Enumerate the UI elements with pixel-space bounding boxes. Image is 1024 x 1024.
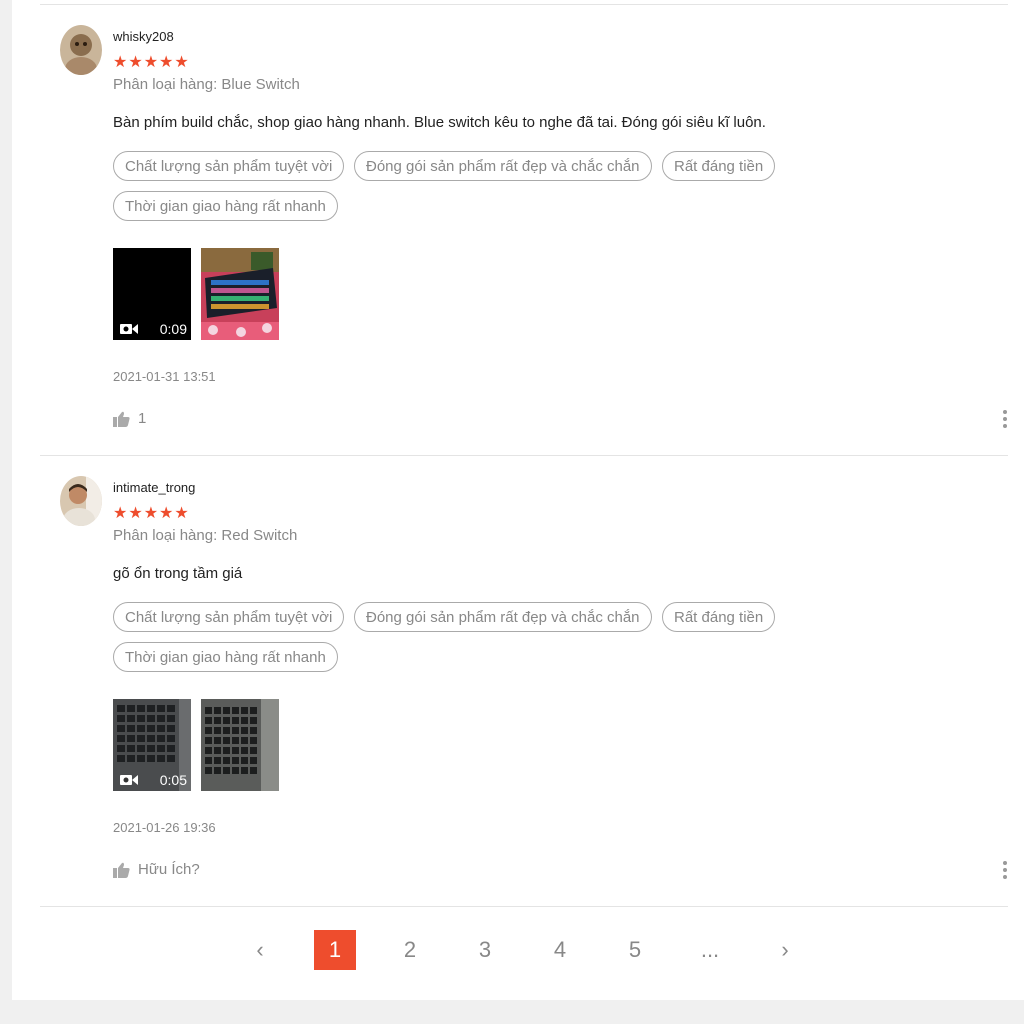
helpful-button[interactable]: Hữu Ích? [113,861,200,878]
prev-page-button[interactable]: ‹ [239,930,281,970]
rating-stars: ★★★★★ [113,505,190,522]
reviews-card: whisky208 ★★★★★ Phân loại hàng: Blue Swi… [12,0,1024,1000]
review-video-thumbnail[interactable]: 0:05 [113,699,191,791]
review-comment: gõ ổn trong tầm giá [113,565,243,582]
keyboard-photo [201,248,279,340]
video-info: 0:05 [113,769,191,791]
product-variation: Phân loại hàng: Red Switch [113,527,298,544]
review-tag: Thời gian giao hàng rất nhanh [113,642,338,672]
page-button-1[interactable]: 1 [314,930,356,970]
video-duration: 0:05 [159,772,187,788]
avatar-icon [60,25,102,75]
video-camera-icon [120,775,138,785]
review-date: 2021-01-26 19:36 [113,820,216,835]
review-author[interactable]: whisky208 [113,29,174,44]
next-page-button[interactable]: › [764,930,806,970]
more-vertical-icon[interactable] [1002,860,1008,880]
thumbs-up-icon [113,411,130,427]
review-tag: Đóng gói sản phẩm rất đẹp và chắc chắn [354,602,652,632]
keyboard-photo [201,699,279,791]
pagination: ‹ 1 2 3 4 5 ... › [12,930,1024,970]
helpful-label: Hữu Ích? [138,861,200,878]
user-avatar[interactable] [60,25,102,75]
divider [40,906,1008,907]
page-button-3[interactable]: 3 [464,930,506,970]
like-button[interactable]: 1 [113,410,146,427]
review-tag: Đóng gói sản phẩm rất đẹp và chắc chắn [354,151,652,181]
review-tag: Chất lượng sản phẩm tuyệt vời [113,151,345,181]
product-variation: Phân loại hàng: Blue Switch [113,76,300,93]
review-video-thumbnail[interactable]: 0:09 [113,248,191,340]
page-button-2[interactable]: 2 [389,930,431,970]
review-comment: Bàn phím build chắc, shop giao hàng nhan… [113,114,766,131]
avatar-icon [60,476,102,526]
review-author[interactable]: intimate_trong [113,480,195,495]
review-date: 2021-01-31 13:51 [113,369,216,384]
thumbs-up-icon [113,862,130,878]
rating-stars: ★★★★★ [113,54,190,71]
user-avatar[interactable] [60,476,102,526]
video-camera-icon [120,324,138,334]
more-vertical-icon[interactable] [1002,409,1008,429]
review-tag: Rất đáng tiền [662,151,776,181]
like-count: 1 [138,410,147,427]
review-image-thumbnail[interactable] [201,248,279,340]
video-duration: 0:09 [159,321,187,337]
video-info: 0:09 [113,318,191,340]
page-ellipsis[interactable]: ... [689,930,731,970]
review-tag: Chất lượng sản phẩm tuyệt vời [113,602,345,632]
page-button-5[interactable]: 5 [614,930,656,970]
review-tag: Thời gian giao hàng rất nhanh [113,191,338,221]
page-button-4[interactable]: 4 [539,930,581,970]
divider [40,455,1008,456]
divider [40,4,1008,5]
review-tag: Rất đáng tiền [662,602,776,632]
review-image-thumbnail[interactable] [201,699,279,791]
